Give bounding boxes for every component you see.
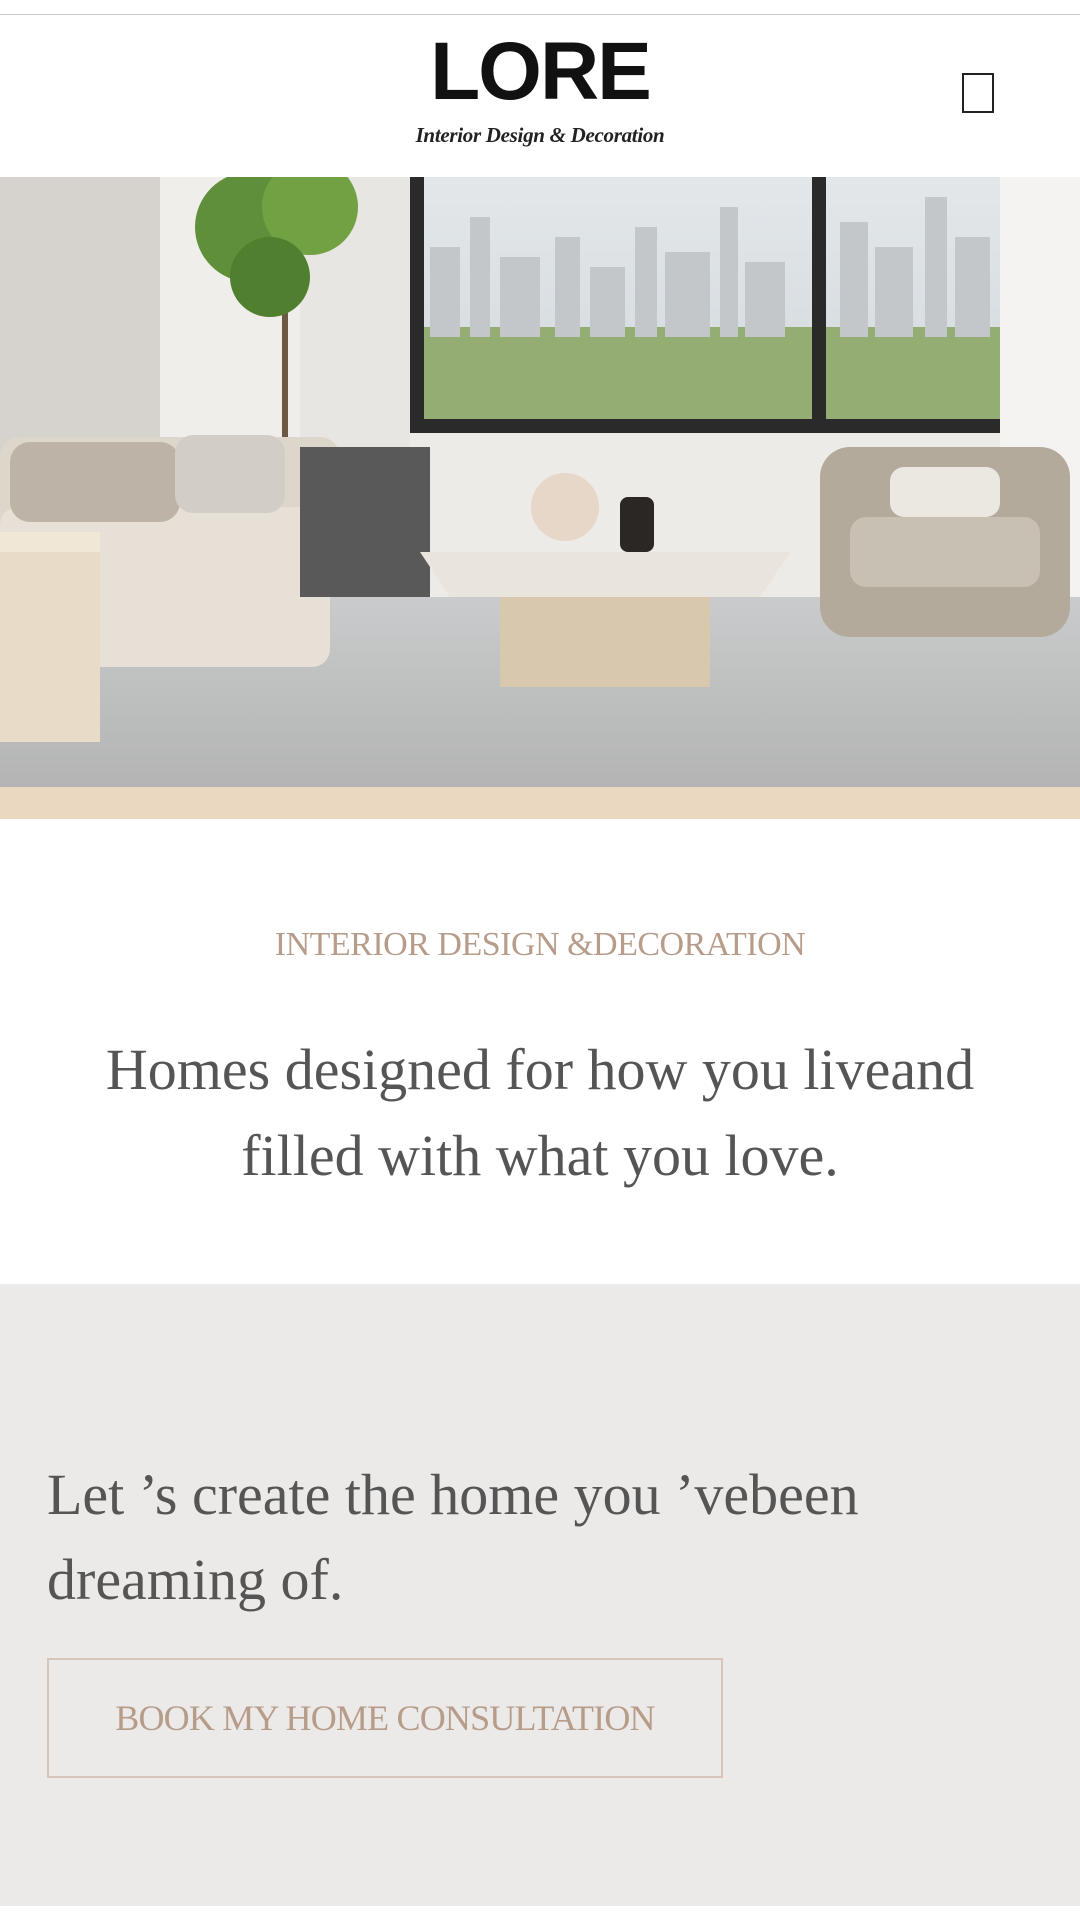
consultation-cta-section: Let ’s create the home you ’vebeen dream… (0, 1284, 1080, 1906)
site-header: LORE Interior Design & Decoration (0, 15, 1080, 177)
book-consultation-button[interactable]: BOOK MY HOME CONSULTATION (47, 1658, 723, 1778)
logo-tagline: Interior Design & Decoration (415, 123, 665, 147)
cta-text: Let ’s create the home you ’vebeen dream… (47, 1462, 859, 1612)
brand-logo[interactable]: LORE Interior Design & Decoration (0, 31, 1080, 148)
intro-headline: Homes designed for how you liveand fille… (105, 1037, 975, 1188)
section-eyebrow: INTERIOR DESIGN &DECORATION (274, 926, 806, 963)
living-room-illustration (0, 177, 1080, 819)
hamburger-menu-icon[interactable] (962, 73, 994, 113)
hero-image (0, 177, 1080, 819)
intro-section: INTERIOR DESIGN &DECORATION Homes design… (0, 819, 1080, 1284)
logo-wordmark: LORE (430, 26, 652, 117)
